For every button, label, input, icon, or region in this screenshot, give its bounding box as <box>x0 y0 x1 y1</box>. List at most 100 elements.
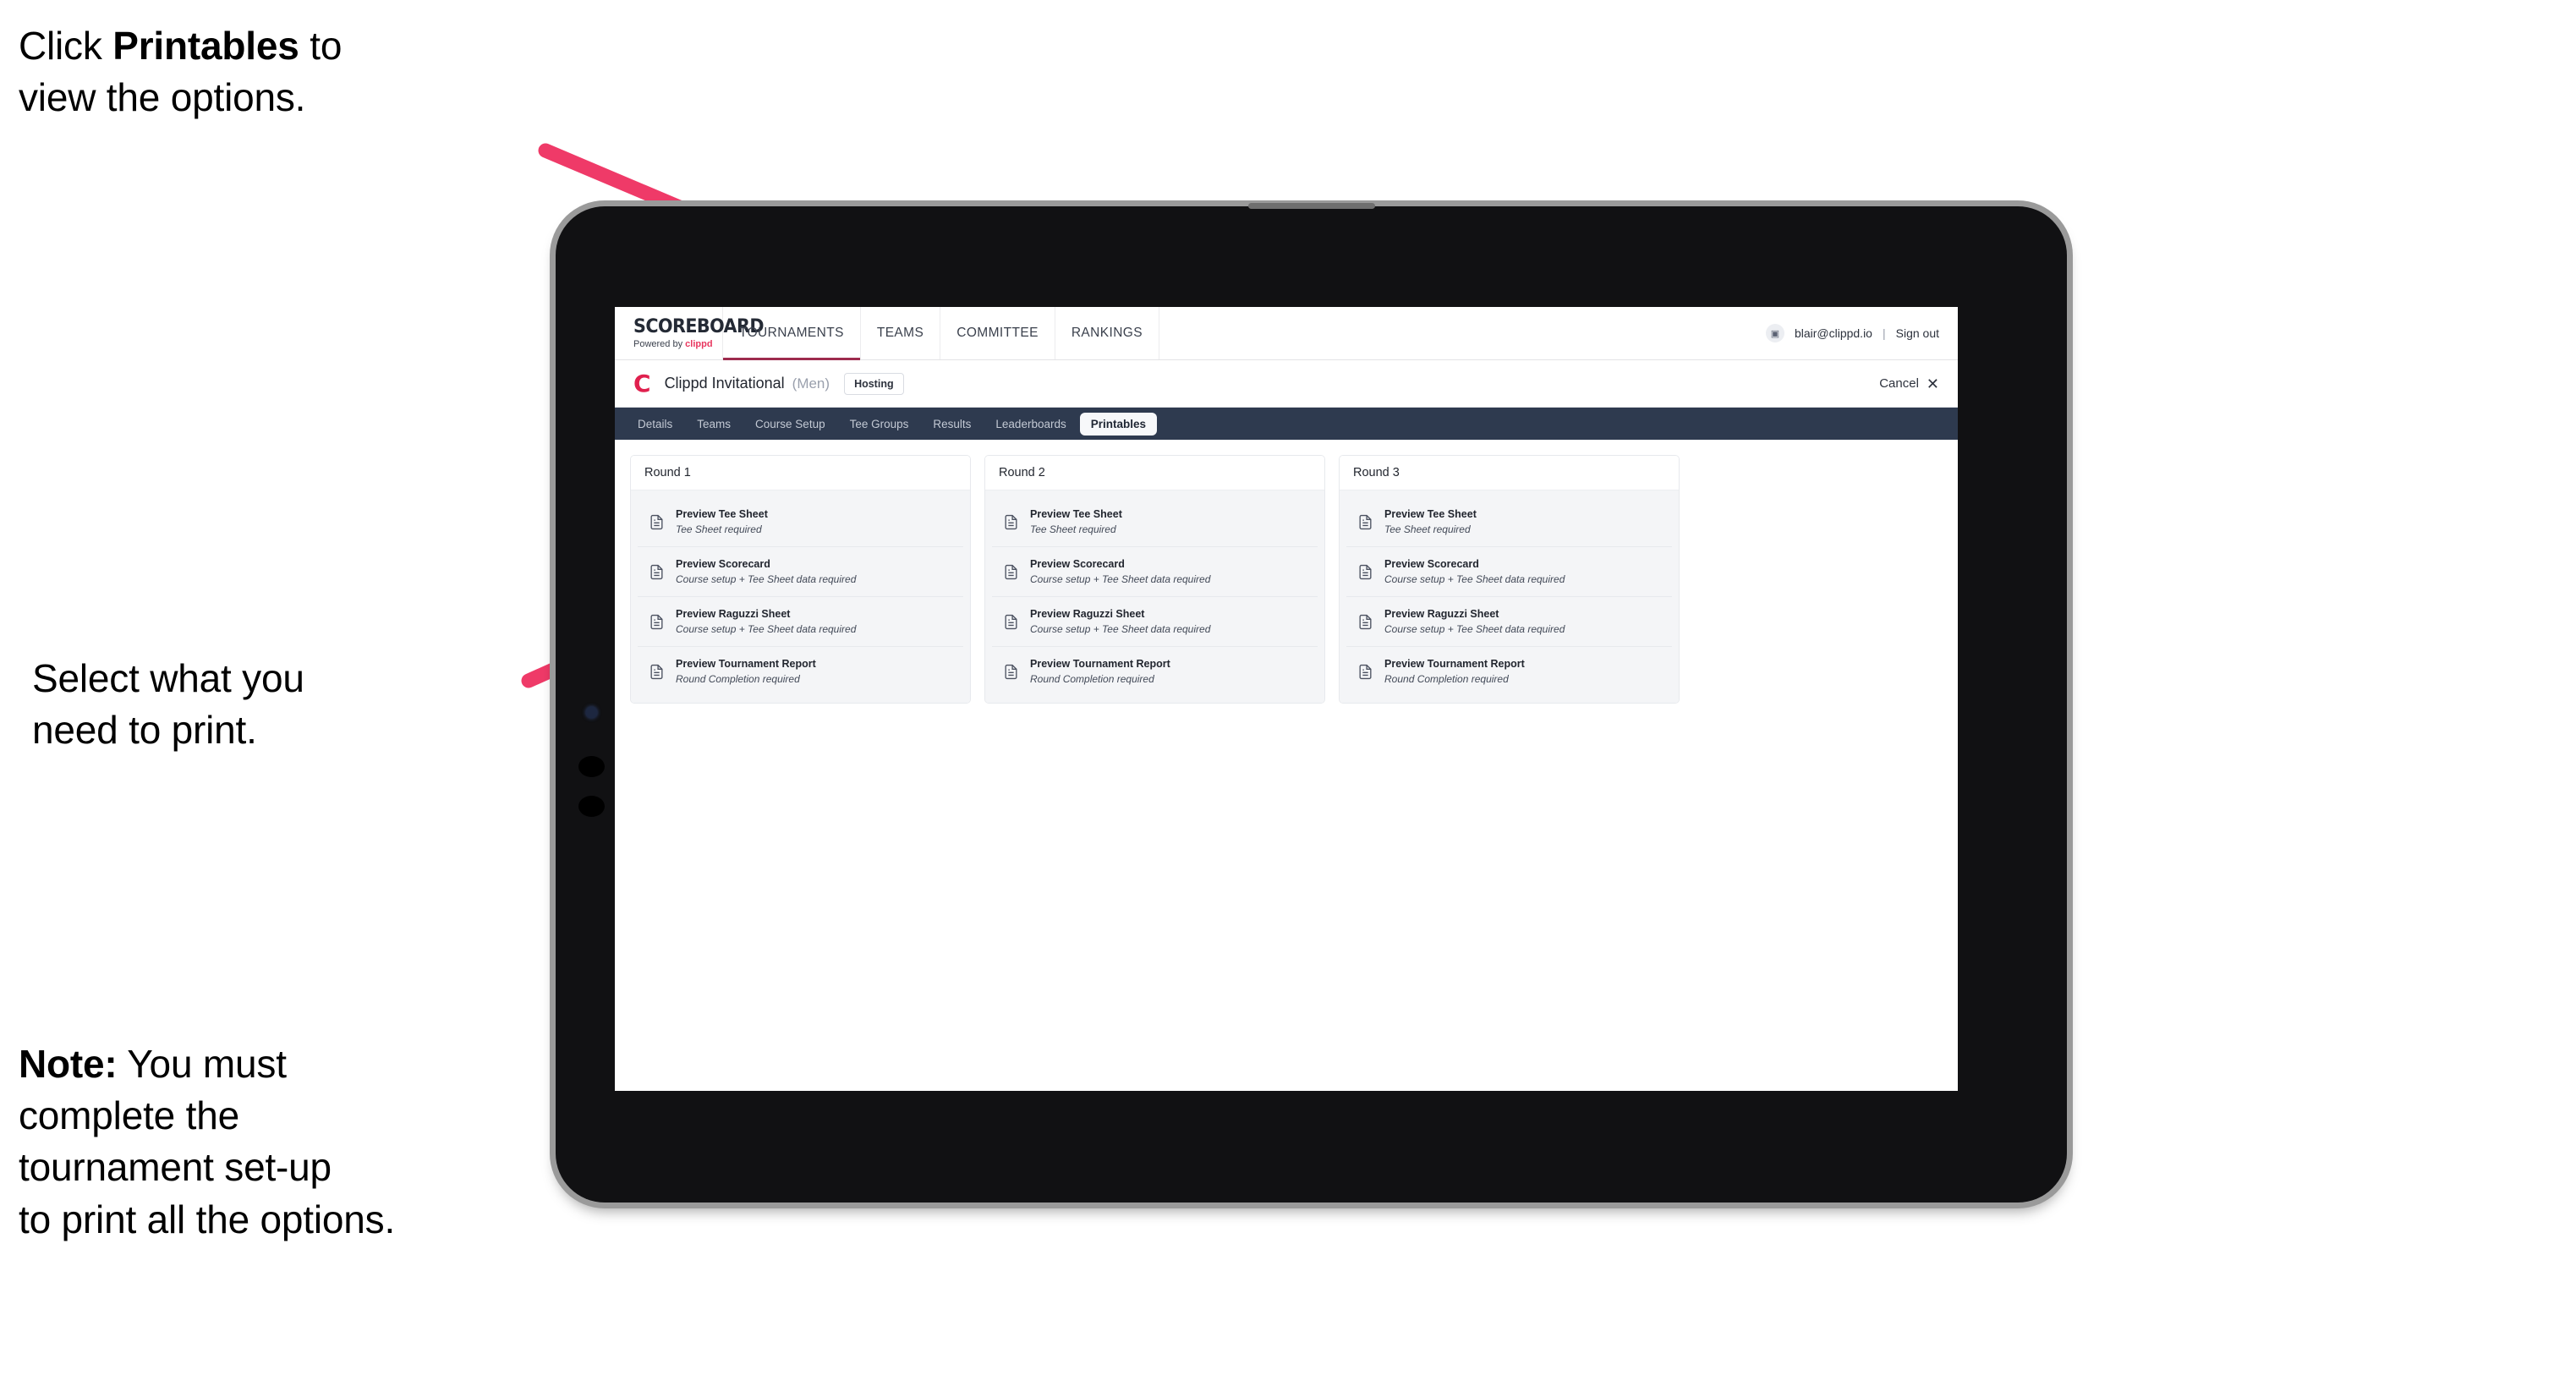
list-item[interactable]: Preview Scorecard Course setup + Tee Shee… <box>992 547 1318 597</box>
brand-subtitle: Powered by clippd <box>633 339 722 349</box>
round-column: Round 1 Preview Tee Sheet Tee Sheet requi… <box>630 455 971 704</box>
list-item-subtitle: Course setup + Tee Sheet data required <box>1030 573 1211 585</box>
round-items: Preview Tee Sheet Tee Sheet required Prev… <box>631 490 970 703</box>
primary-nav: TOURNAMENTS TEAMS COMMITTEE RANKINGS <box>723 307 1159 360</box>
nav-item-teams[interactable]: TEAMS <box>861 307 941 359</box>
avatar[interactable]: ▣ <box>1765 324 1784 342</box>
annotation-3-bold: Note: <box>19 1042 118 1086</box>
browser-viewport: SCOREBOARD Powered by clippd TOURNAMENTS… <box>615 307 1958 1091</box>
document-icon <box>1357 514 1373 530</box>
list-item[interactable]: Preview Raguzzi Sheet Course setup + Tee … <box>1346 597 1672 647</box>
round-column: Round 3 Preview Tee Sheet Tee Sheet requi… <box>1339 455 1680 704</box>
brand-logo[interactable]: SCOREBOARD Powered by clippd <box>615 307 765 359</box>
brand-title: SCOREBOARD <box>633 315 765 337</box>
list-item-subtitle: Course setup + Tee Sheet data required <box>1030 623 1211 635</box>
document-icon <box>1357 564 1373 580</box>
account-area: ▣ blair@clippd.io | Sign out <box>1765 307 1958 359</box>
document-icon <box>649 564 665 580</box>
tournament-gender: (Men) <box>792 375 830 392</box>
close-icon: ✕ <box>1926 375 1939 392</box>
nav-item-rankings[interactable]: RANKINGS <box>1055 307 1159 359</box>
list-item[interactable]: Preview Scorecard Course setup + Tee Shee… <box>1346 547 1672 597</box>
status-badge: Hosting <box>844 372 904 395</box>
clippd-c-logo-icon: C <box>633 369 651 397</box>
brand-sub-accent: clippd <box>685 338 713 349</box>
list-item-title: Preview Tournament Report <box>676 658 816 670</box>
list-item-title: Preview Raguzzi Sheet <box>1030 608 1145 620</box>
volume-down-button[interactable] <box>578 796 605 817</box>
tab-results[interactable]: Results <box>922 413 982 436</box>
list-item[interactable]: Preview Tournament Report Round Completio… <box>638 647 963 696</box>
list-item-title: Preview Scorecard <box>676 558 770 570</box>
list-item-subtitle: Course setup + Tee Sheet data required <box>1384 623 1565 635</box>
document-icon <box>1003 564 1019 580</box>
app-header: SCOREBOARD Powered by clippd TOURNAMENTS… <box>615 307 1958 360</box>
tournament-tabs: Details Teams Course Setup Tee Groups Re… <box>615 408 1958 440</box>
list-item-title: Preview Tournament Report <box>1384 658 1525 670</box>
list-item-subtitle: Tee Sheet required <box>1384 523 1471 535</box>
annotation-click-printables: Click Printables to view the options. <box>19 20 342 123</box>
list-item-title: Preview Scorecard <box>1384 558 1479 570</box>
list-item[interactable]: Preview Tee Sheet Tee Sheet required <box>638 497 963 547</box>
brand-sub-prefix: Powered by <box>633 338 686 349</box>
tab-details[interactable]: Details <box>627 413 683 436</box>
document-icon <box>1003 664 1019 680</box>
nav-item-tournaments[interactable]: TOURNAMENTS <box>723 307 861 360</box>
round-title: Round 1 <box>631 456 970 490</box>
volume-up-button[interactable] <box>578 756 605 777</box>
tournament-name: Clippd Invitational <box>664 375 785 392</box>
printables-panel: Round 1 Preview Tee Sheet Tee Sheet requi… <box>615 440 1958 1091</box>
document-icon <box>1357 664 1373 680</box>
tab-teams[interactable]: Teams <box>686 413 742 436</box>
document-icon <box>649 614 665 630</box>
list-item-title: Preview Raguzzi Sheet <box>676 608 791 620</box>
annotation-select-print: Select what you need to print. <box>32 656 304 753</box>
list-item[interactable]: Preview Tee Sheet Tee Sheet required <box>992 497 1318 547</box>
user-email: blair@clippd.io <box>1794 326 1872 340</box>
list-item[interactable]: Preview Tournament Report Round Completio… <box>992 647 1318 696</box>
cancel-label: Cancel <box>1879 376 1919 391</box>
list-item-title: Preview Tee Sheet <box>1384 508 1477 520</box>
tablet-speaker-notch <box>1247 203 1375 209</box>
document-icon <box>1003 614 1019 630</box>
list-item-title: Preview Scorecard <box>1030 558 1125 570</box>
round-title: Round 3 <box>1340 456 1679 490</box>
list-item-subtitle: Round Completion required <box>1030 673 1154 685</box>
annotation-1-bold: Printables <box>112 24 299 68</box>
list-item-title: Preview Raguzzi Sheet <box>1384 608 1499 620</box>
list-item[interactable]: Preview Tournament Report Round Completio… <box>1346 647 1672 696</box>
list-item-subtitle: Tee Sheet required <box>1030 523 1116 535</box>
sign-out-link[interactable]: Sign out <box>1896 326 1939 340</box>
list-item[interactable]: Preview Tee Sheet Tee Sheet required <box>1346 497 1672 547</box>
list-item[interactable]: Preview Raguzzi Sheet Course setup + Tee … <box>638 597 963 647</box>
list-item[interactable]: Preview Raguzzi Sheet Course setup + Tee … <box>992 597 1318 647</box>
list-item-subtitle: Course setup + Tee Sheet data required <box>676 623 857 635</box>
divider: | <box>1882 326 1886 340</box>
list-item-subtitle: Course setup + Tee Sheet data required <box>1384 573 1565 585</box>
document-icon <box>649 664 665 680</box>
document-icon <box>649 514 665 530</box>
list-item-subtitle: Round Completion required <box>1384 673 1509 685</box>
list-item-subtitle: Round Completion required <box>676 673 800 685</box>
tab-leaderboards[interactable]: Leaderboards <box>984 413 1077 436</box>
list-item-subtitle: Tee Sheet required <box>676 523 762 535</box>
list-item[interactable]: Preview Scorecard Course setup + Tee Shee… <box>638 547 963 597</box>
list-item-title: Preview Tournament Report <box>1030 658 1170 670</box>
list-item-title: Preview Tee Sheet <box>1030 508 1122 520</box>
round-items: Preview Tee Sheet Tee Sheet required Prev… <box>985 490 1324 703</box>
document-icon <box>1357 614 1373 630</box>
tournament-header: C Clippd Invitational (Men) Hosting Canc… <box>615 360 1958 408</box>
list-item-subtitle: Course setup + Tee Sheet data required <box>676 573 857 585</box>
annotation-1-pre: Click <box>19 24 113 68</box>
tab-tee-groups[interactable]: Tee Groups <box>839 413 920 436</box>
cancel-button[interactable]: Cancel ✕ <box>1879 376 1939 392</box>
document-icon <box>1003 514 1019 530</box>
round-title: Round 2 <box>985 456 1324 490</box>
tab-printables[interactable]: Printables <box>1079 412 1158 436</box>
front-camera-icon <box>586 707 597 718</box>
nav-item-committee[interactable]: COMMITTEE <box>940 307 1055 359</box>
tab-course-setup[interactable]: Course Setup <box>744 413 836 436</box>
round-column: Round 2 Preview Tee Sheet Tee Sheet requi… <box>984 455 1325 704</box>
annotation-note: Note: You must complete the tournament s… <box>19 1038 395 1246</box>
round-items: Preview Tee Sheet Tee Sheet required Prev… <box>1340 490 1679 703</box>
